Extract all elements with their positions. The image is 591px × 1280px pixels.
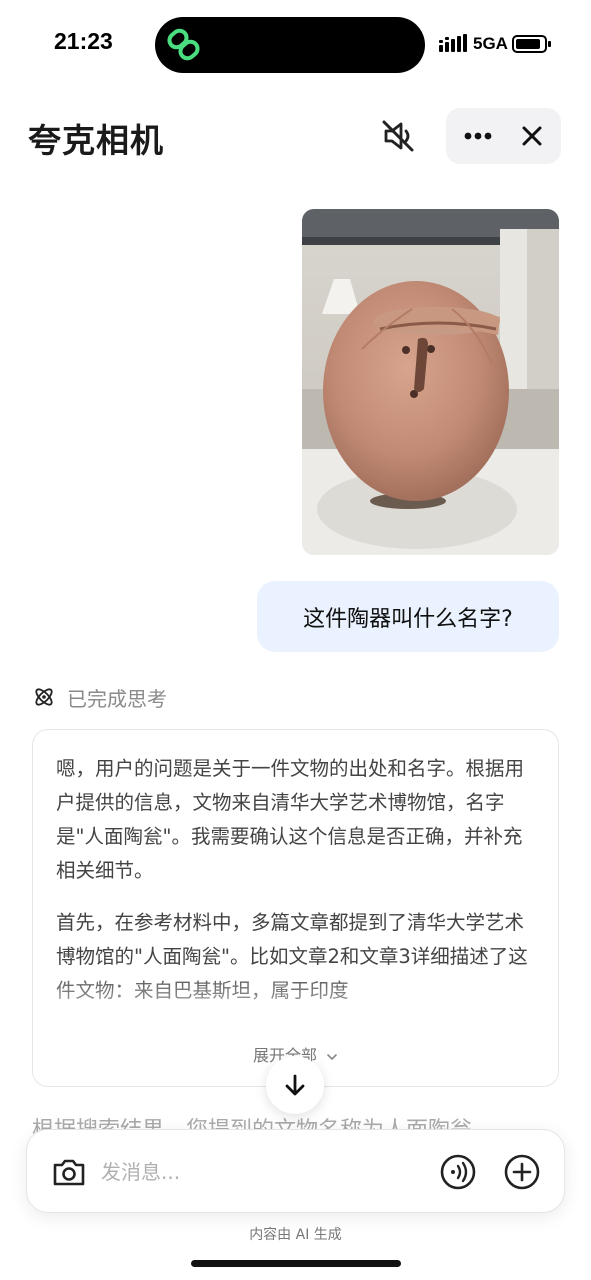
- pottery-photo: [302, 209, 559, 555]
- user-message-bubble: 这件陶器叫什么名字?: [257, 581, 559, 652]
- camera-icon[interactable]: [51, 1154, 87, 1190]
- speaker-muted-icon[interactable]: [378, 116, 418, 156]
- text-fade: [33, 970, 558, 1040]
- link-rings-icon: [167, 28, 200, 61]
- status-time: 21:23: [54, 28, 113, 54]
- atom-icon: [35, 688, 53, 706]
- arrow-down-icon: [285, 1074, 305, 1096]
- voice-call-icon[interactable]: [439, 1153, 477, 1191]
- network-label: 5GA: [473, 34, 508, 53]
- chevron-down-icon: [327, 1053, 337, 1060]
- thinking-status[interactable]: 已完成思考: [32, 683, 167, 711]
- thinking-card[interactable]: 嗯，用户的问题是关于一件文物的出处和名字。根据用户提供的信息，文物来自清华大学艺…: [32, 729, 559, 1087]
- thinking-label: 已完成思考: [67, 686, 167, 711]
- dynamic-island: [155, 17, 425, 73]
- more-icon[interactable]: [458, 116, 498, 156]
- plus-icon[interactable]: [503, 1153, 541, 1191]
- close-icon[interactable]: [512, 116, 552, 156]
- thinking-paragraph: 嗯，用户的问题是关于一件文物的出处和名字。根据用户提供的信息，文物来自清华大学艺…: [56, 757, 525, 882]
- home-indicator[interactable]: [191, 1260, 401, 1267]
- battery-icon: [512, 35, 551, 53]
- page-title: 夸克相机: [28, 121, 164, 160]
- message-input[interactable]: [101, 1152, 421, 1192]
- message-input-bar: [26, 1129, 565, 1213]
- signal-icon: [439, 34, 467, 52]
- mini-program-capsule: [446, 108, 561, 164]
- scroll-down-button[interactable]: [266, 1056, 324, 1114]
- ai-disclaimer: 内容由 AI 生成: [249, 1227, 342, 1243]
- user-photo[interactable]: [302, 209, 559, 555]
